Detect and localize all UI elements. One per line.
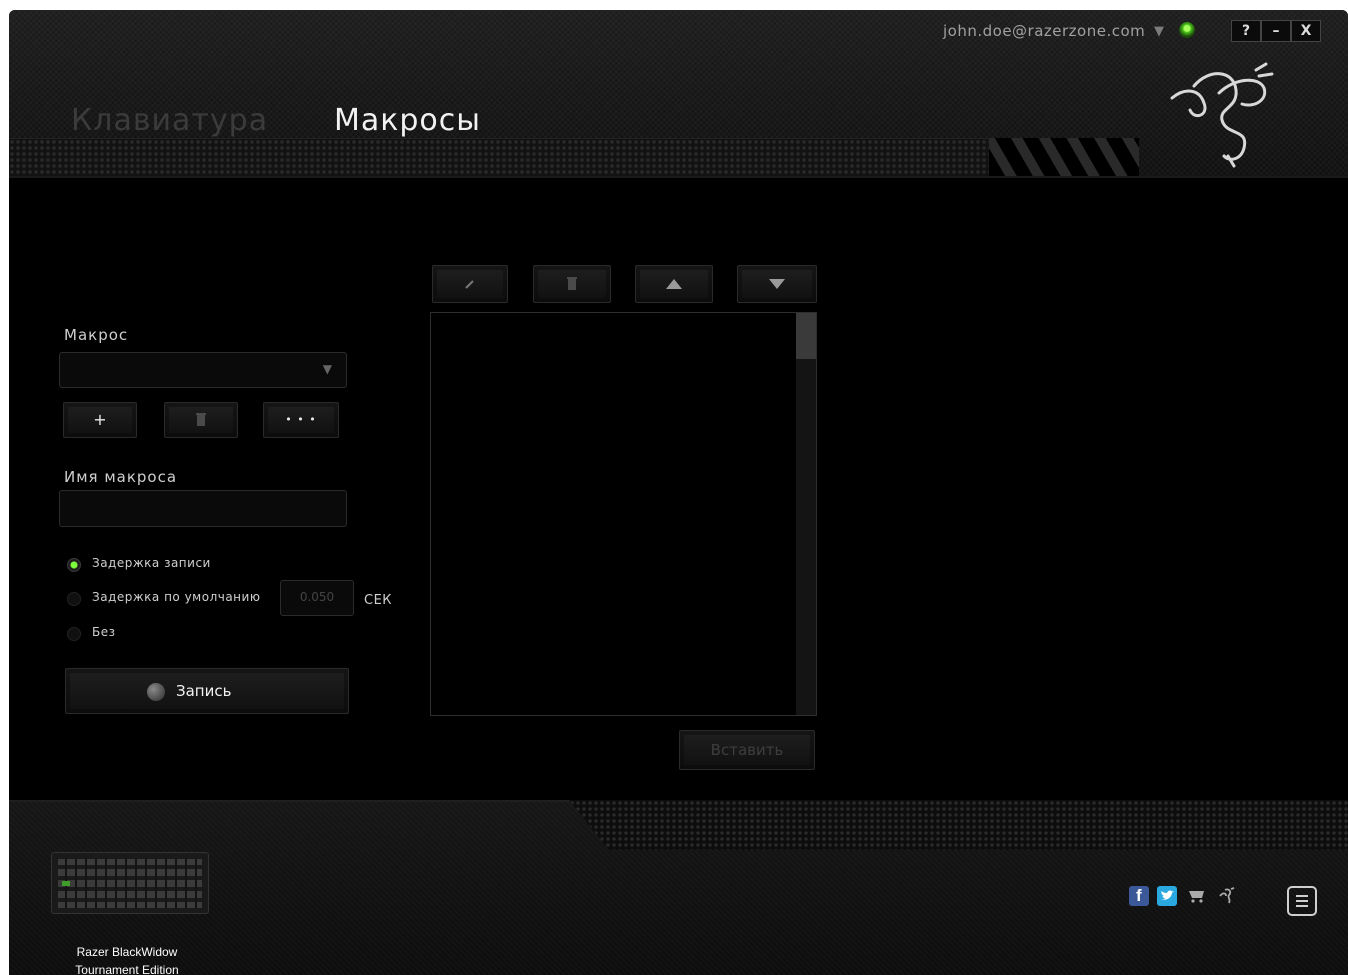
- razer-synapse-window: Клавиатура Макросы john.doe@razerzone.co…: [9, 10, 1348, 975]
- tab-macros[interactable]: Макросы: [334, 103, 481, 138]
- header-hex-band: [9, 138, 1009, 177]
- footer-hex-band: [569, 800, 1348, 850]
- header-edge: [9, 176, 1348, 192]
- more-icon: • • •: [285, 413, 317, 426]
- device-name-line1: Razer BlackWidow: [76, 945, 178, 959]
- account-dropdown-icon[interactable]: ▼: [1154, 24, 1164, 39]
- cart-icon[interactable]: [1187, 886, 1207, 906]
- add-macro-button[interactable]: +: [63, 402, 137, 438]
- macro-steps-list[interactable]: [430, 312, 817, 716]
- macro-label: Макрос: [64, 326, 129, 344]
- insert-button[interactable]: Вставить: [679, 730, 815, 770]
- scrollbar-thumb[interactable]: [796, 313, 816, 359]
- keyboard-device-image[interactable]: [51, 852, 209, 914]
- insert-button-label: Вставить: [710, 741, 784, 759]
- pencil-icon: [465, 280, 474, 289]
- radio-default-delay[interactable]: [67, 592, 81, 606]
- account-email[interactable]: john.doe@razerzone.com: [943, 22, 1145, 40]
- menu-button[interactable]: [1287, 886, 1317, 916]
- radio-no-delay[interactable]: [67, 627, 81, 641]
- delay-unit-label: СЕК: [364, 593, 393, 608]
- arrow-down-icon: [769, 279, 785, 289]
- default-delay-value: 0.050: [299, 590, 335, 604]
- record-button[interactable]: Запись: [65, 668, 349, 714]
- move-down-button[interactable]: [737, 265, 817, 303]
- footer-edge: [9, 800, 609, 812]
- chevron-down-icon: ▼: [322, 362, 332, 376]
- radio-record-delay[interactable]: [67, 558, 81, 572]
- help-button[interactable]: ?: [1231, 20, 1261, 42]
- header-stripe-band: [989, 138, 1139, 176]
- radio-record-delay-label: Задержка записи: [92, 556, 211, 570]
- facebook-icon[interactable]: f: [1129, 886, 1149, 906]
- delete-macro-button[interactable]: [164, 402, 238, 438]
- device-name-line2: Tournament Edition: [75, 963, 179, 975]
- radio-no-delay-label: Без: [92, 625, 116, 639]
- trash-icon: [567, 277, 577, 290]
- macro-name-input[interactable]: [59, 490, 347, 527]
- more-options-button[interactable]: • • •: [263, 402, 339, 438]
- edit-step-button[interactable]: [432, 265, 508, 303]
- close-button[interactable]: X: [1291, 20, 1321, 42]
- macro-select[interactable]: ▼: [59, 352, 347, 388]
- default-delay-input[interactable]: 0.050: [280, 580, 354, 616]
- hamburger-icon: [1296, 895, 1308, 907]
- macro-name-label: Имя макроса: [64, 468, 178, 486]
- razer-icon[interactable]: [1217, 886, 1237, 906]
- plus-icon: +: [93, 410, 107, 429]
- arrow-up-icon: [666, 279, 682, 289]
- razer-logo-icon: [1170, 62, 1274, 168]
- move-up-button[interactable]: [635, 265, 713, 303]
- record-button-label: Запись: [176, 682, 232, 700]
- record-icon: [147, 683, 165, 701]
- online-status-icon: [1179, 22, 1195, 38]
- trash-icon: [196, 413, 206, 426]
- radio-default-delay-label: Задержка по умолчанию: [92, 590, 261, 604]
- delete-step-button[interactable]: [533, 265, 611, 303]
- tab-keyboard[interactable]: Клавиатура: [71, 103, 268, 138]
- header: Клавиатура Макросы john.doe@razerzone.co…: [9, 10, 1348, 192]
- twitter-icon[interactable]: [1157, 886, 1177, 906]
- scrollbar[interactable]: [796, 313, 816, 715]
- minimize-button[interactable]: –: [1261, 20, 1291, 42]
